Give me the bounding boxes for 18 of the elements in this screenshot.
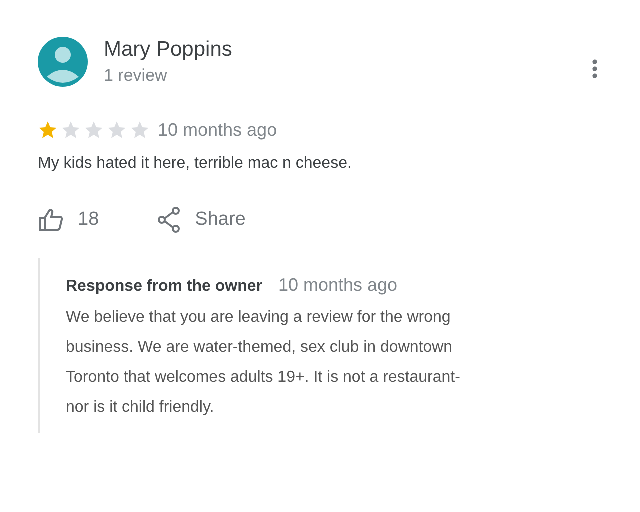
star-icon xyxy=(61,120,81,140)
response-title: Response from the owner xyxy=(66,277,262,297)
thumbs-up-icon xyxy=(38,208,64,232)
share-button[interactable]: Share xyxy=(157,206,246,234)
star-icon xyxy=(130,120,150,140)
response-time: 10 months ago xyxy=(278,274,398,297)
star-icon xyxy=(38,120,58,140)
author-name: Mary Poppins xyxy=(104,37,234,63)
star-icon xyxy=(107,120,127,140)
review-count: 1 review xyxy=(104,65,168,87)
like-button[interactable]: 18 xyxy=(38,206,100,234)
more-options-icon xyxy=(592,58,598,79)
review-time: 10 months ago xyxy=(158,118,278,142)
share-icon xyxy=(157,206,182,233)
star-icon xyxy=(84,120,104,140)
response-text: We believe that you are leaving a review for the wrong business. We are water-themed, sex club in downtown Toronto that welcomes adults 19+. It is not a restaurant- nor is it child friendly. xyxy=(66,308,462,418)
avatar-icon xyxy=(38,37,88,87)
review-text: My kids hated it here, terrible mac n cheese. xyxy=(38,154,353,174)
